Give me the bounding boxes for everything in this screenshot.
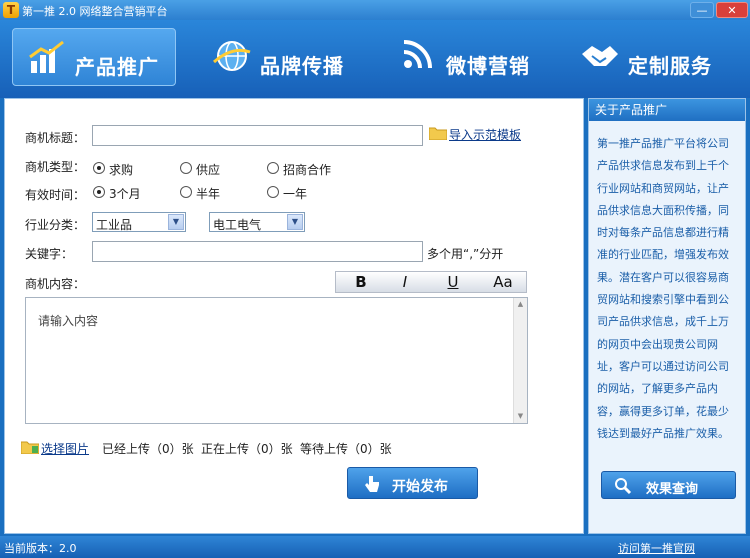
- about-panel: 关于产品推广 第一推产品推广平台将公司 产品供求信息发布到上千个 行业网站和商贸…: [588, 98, 746, 534]
- uploaded-count: 已经上传（0）张: [102, 442, 194, 456]
- nav-label: 微博营销: [446, 54, 530, 78]
- window-title: 第一推 2.0 网络整合营销平台: [22, 5, 168, 18]
- scroll-down-icon[interactable]: ▼: [514, 410, 527, 423]
- handshake-icon: [582, 46, 618, 66]
- type-option-supply[interactable]: 供应: [180, 160, 240, 177]
- nav-tab-custom-service[interactable]: 定制服务: [566, 28, 736, 86]
- title-input[interactable]: [92, 125, 423, 146]
- industry-label: 行业分类：: [25, 218, 86, 232]
- radio-unchecked-icon: [180, 162, 192, 174]
- minimize-button[interactable]: —: [690, 2, 714, 18]
- keyword-label: 关键字：: [25, 247, 74, 261]
- hand-pointer-icon: [365, 476, 379, 492]
- official-site-link[interactable]: 访问第一推官网: [618, 540, 695, 556]
- description-line: 址，客户可以通过访问公司: [597, 359, 729, 373]
- content-placeholder: 请输入内容: [38, 314, 99, 328]
- radio-unchecked-icon: [267, 162, 279, 174]
- keyword-input[interactable]: [92, 241, 423, 262]
- status-bar: 当前版本：2.0 访问第一推官网: [0, 536, 750, 558]
- uploading-count: 正在上传（0）张: [201, 442, 293, 456]
- folder-icon: [429, 127, 447, 140]
- description-line: 产品供求信息发布到上千个: [597, 159, 729, 173]
- nav-label: 品牌传播: [260, 54, 344, 78]
- chevron-down-icon: ▼: [287, 214, 303, 230]
- radio-checked-icon: [93, 186, 105, 198]
- description-line: 准的行业匹配，增强发布效: [597, 248, 729, 262]
- description-line: 行业网站和商贸网站，让产: [597, 181, 729, 195]
- nav-label: 定制服务: [628, 54, 712, 78]
- magnifier-icon: [615, 478, 632, 495]
- radio-checked-icon: [93, 162, 105, 174]
- description-line: 第一推产品推广平台将公司: [597, 137, 729, 150]
- rss-icon: [403, 40, 432, 69]
- title-label: 商机标题：: [25, 131, 86, 145]
- panel-description: 第一推产品推广平台将公司 产品供求信息发布到上千个 行业网站和商贸网站，让产 品…: [597, 133, 737, 445]
- waiting-count: 等待上传（0）张: [300, 442, 392, 456]
- font-size-button[interactable]: Aa: [486, 274, 520, 290]
- close-button[interactable]: ✕: [716, 2, 748, 18]
- bar-chart-icon: [29, 40, 64, 73]
- scroll-up-icon[interactable]: ▲: [514, 298, 527, 311]
- choose-image-link[interactable]: 选择图片: [41, 440, 89, 457]
- globe-icon: [213, 41, 251, 71]
- description-line: 的网站，了解更多产品内: [597, 382, 718, 396]
- product-form: 商机标题： 导入示范模板 商机类型： 求购 供应 招商合作 有效时间： 3个月 …: [4, 98, 584, 534]
- main-nav: 产品推广 品牌传播 微博营销 定制服务: [0, 20, 750, 98]
- image-folder-icon: [21, 441, 39, 454]
- bold-button[interactable]: B: [350, 274, 372, 290]
- description-line: 时对每条产品信息都进行精: [597, 226, 729, 240]
- description-line: 的网页中会出现贵公司网: [597, 337, 718, 351]
- content-editor[interactable]: 请输入内容 ▲ ▼: [25, 297, 528, 424]
- nav-tab-brand[interactable]: 品牌传播: [198, 28, 362, 86]
- period-option-3-months[interactable]: 3个月: [93, 184, 153, 201]
- type-option-investment[interactable]: 招商合作: [267, 160, 347, 177]
- description-line: 果。潜在客户可以很容易商: [597, 270, 729, 284]
- description-line: 贸网站和搜索引擎中看到公: [597, 293, 729, 307]
- radio-unchecked-icon: [267, 186, 279, 198]
- description-line: 司产品供求信息，成千上万: [597, 315, 729, 329]
- nav-tab-product-promotion[interactable]: 产品推广: [12, 28, 176, 86]
- description-line: 品供求信息大面积传播，同: [597, 203, 729, 217]
- app-logo-icon: T: [3, 2, 19, 18]
- industry-main-select[interactable]: 工业品 ▼: [92, 212, 186, 232]
- format-toolbar: B I U Aa: [335, 271, 527, 293]
- start-publish-button[interactable]: 开始发布: [347, 467, 478, 499]
- nav-label: 产品推广: [75, 55, 159, 79]
- underline-button[interactable]: U: [442, 274, 464, 290]
- nav-tab-weibo[interactable]: 微博营销: [384, 28, 548, 86]
- editor-scrollbar[interactable]: ▲ ▼: [513, 298, 527, 423]
- industry-sub-select[interactable]: 电工电气 ▼: [209, 212, 305, 232]
- content-label: 商机内容：: [25, 277, 86, 291]
- description-line: 容，赢得更多订单，花最少: [597, 404, 729, 418]
- radio-unchecked-icon: [180, 186, 192, 198]
- period-option-one-year[interactable]: 一年: [267, 184, 327, 201]
- type-label: 商机类型：: [25, 160, 86, 174]
- type-option-purchase[interactable]: 求购: [93, 160, 153, 177]
- effect-query-button[interactable]: 效果查询: [601, 471, 736, 499]
- import-template-link[interactable]: 导入示范模板: [449, 126, 521, 143]
- period-label: 有效时间：: [25, 188, 86, 202]
- panel-title: 关于产品推广: [589, 99, 745, 121]
- italic-button[interactable]: I: [394, 274, 416, 290]
- version-text: 当前版本：2.0: [4, 542, 77, 555]
- chevron-down-icon: ▼: [168, 214, 184, 230]
- period-option-half-year[interactable]: 半年: [180, 184, 240, 201]
- description-line: 钱达到最好产品推广效果。: [597, 426, 729, 440]
- keyword-hint: 多个用“,”分开: [427, 247, 504, 261]
- title-bar: T 第一推 2.0 网络整合营销平台 — ✕: [0, 0, 750, 20]
